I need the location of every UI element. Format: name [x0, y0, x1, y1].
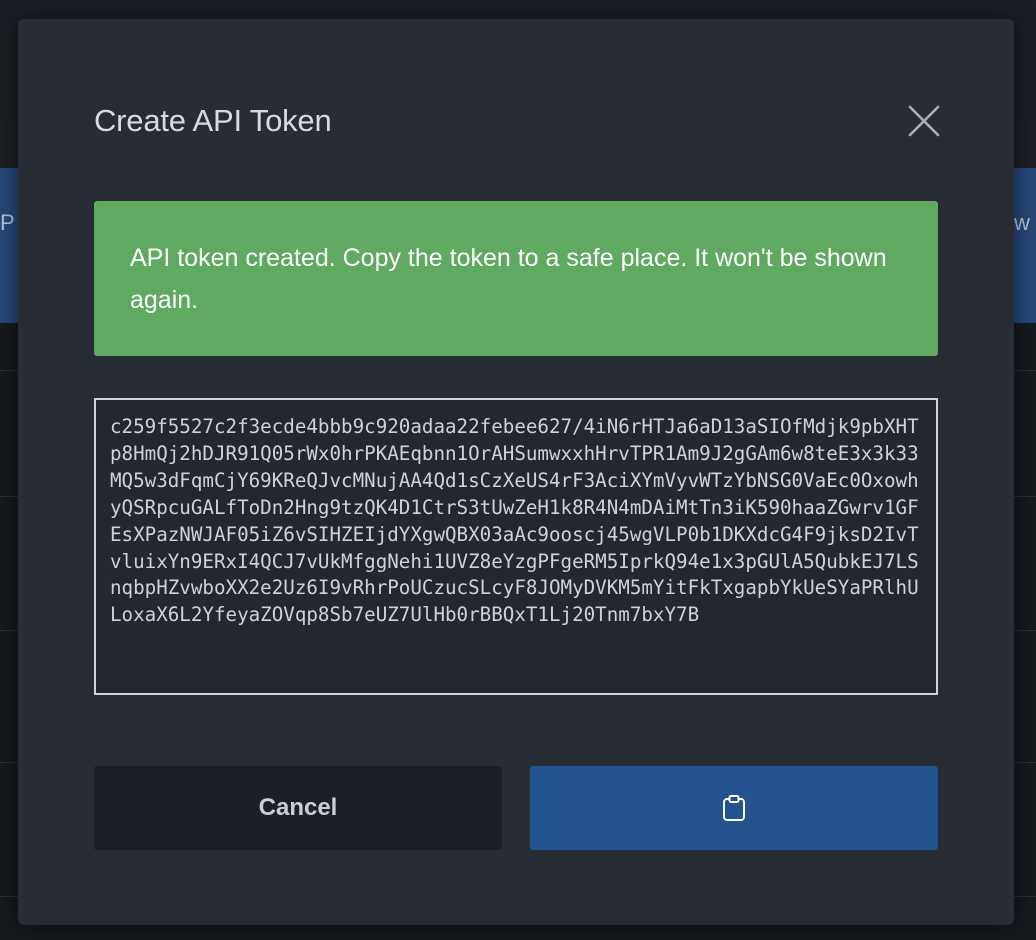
create-api-token-modal: Create API Token API token created. Copy… [18, 19, 1014, 925]
modal-title: Create API Token [94, 103, 332, 138]
clipboard-icon [723, 795, 745, 821]
token-textarea[interactable]: c259f5527c2f3ecde4bbb9c920adaa22febee627… [94, 398, 938, 695]
close-icon [908, 105, 940, 137]
background-banner-text-left: PI [0, 210, 16, 235]
background-banner-text-right: w [1014, 210, 1030, 235]
success-alert-message: API token created. Copy the token to a s… [130, 244, 887, 314]
success-alert: API token created. Copy the token to a s… [94, 201, 938, 356]
copy-token-button[interactable] [530, 766, 938, 850]
cancel-button[interactable]: Cancel [94, 766, 502, 850]
close-button[interactable] [906, 103, 942, 139]
cancel-button-label: Cancel [258, 794, 338, 821]
